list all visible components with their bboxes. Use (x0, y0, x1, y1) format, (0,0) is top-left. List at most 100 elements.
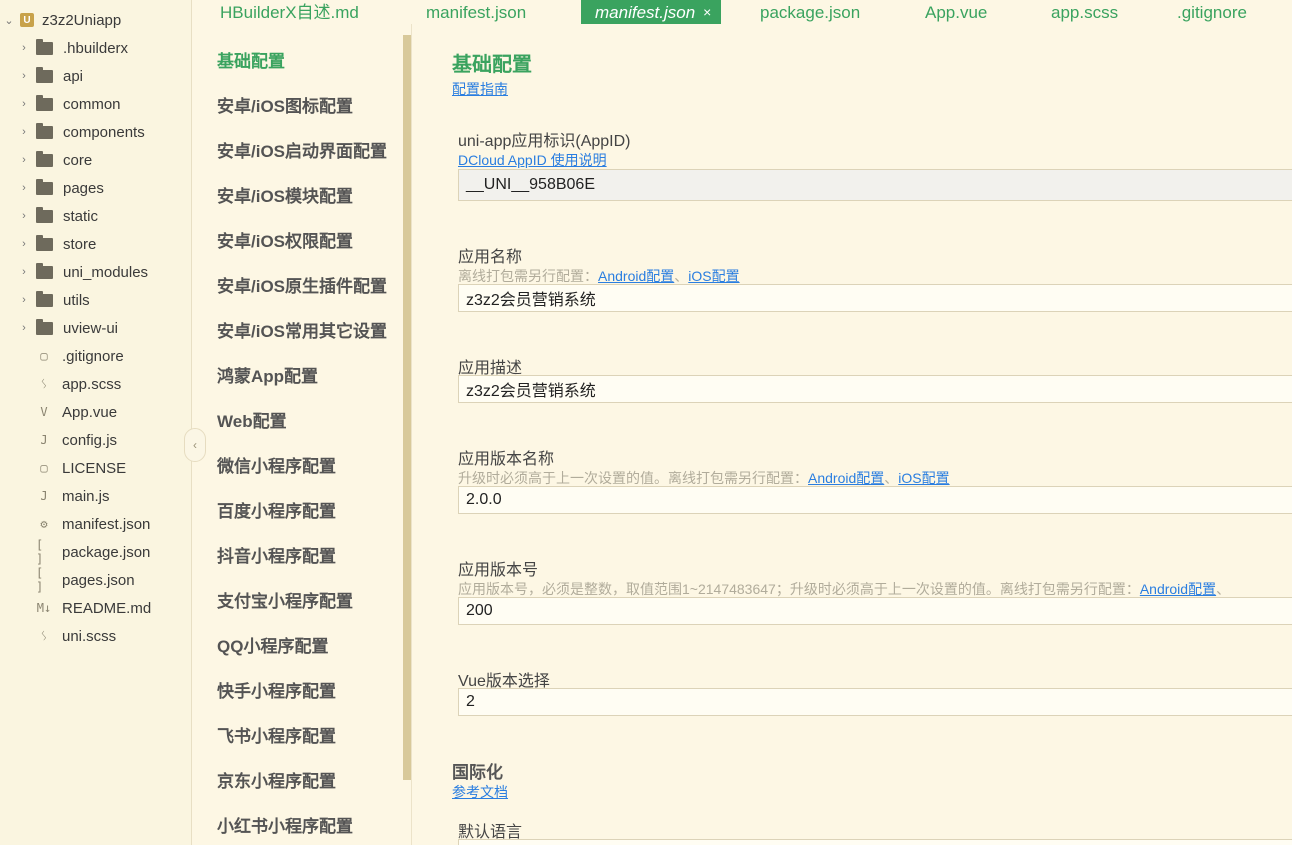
nav-item[interactable]: Web配置 (217, 407, 287, 432)
tree-file[interactable]: Jmain.js (0, 482, 191, 510)
close-icon[interactable]: × (703, 5, 711, 19)
chevron-right-icon[interactable]: › (17, 97, 31, 111)
tree-folder[interactable]: › components (0, 118, 191, 146)
vue-version-select[interactable]: 2 (458, 688, 1292, 716)
tree-folder-label: static (63, 207, 99, 225)
nav-item[interactable]: 安卓/iOS常用其它设置 (217, 317, 387, 342)
nav-item[interactable]: 飞书小程序配置 (217, 722, 336, 747)
chevron-right-icon[interactable]: › (17, 265, 31, 279)
file-icon: ▢ (40, 349, 48, 363)
nav-item[interactable]: 安卓/iOS启动界面配置 (217, 137, 387, 162)
tab-app-vue[interactable]: App.vue (925, 0, 987, 24)
nav-item[interactable]: 京东小程序配置 (217, 767, 336, 792)
tab-gitignore[interactable]: .gitignore (1177, 0, 1247, 24)
chevron-right-icon[interactable]: › (17, 209, 31, 223)
nav-item[interactable]: 小红书小程序配置 (217, 812, 353, 837)
chevron-down-icon[interactable]: ⌄ (2, 13, 16, 27)
nav-item[interactable]: 安卓/iOS权限配置 (217, 227, 353, 252)
tree-folder[interactable]: › utils (0, 286, 191, 314)
chevron-right-icon[interactable]: › (17, 237, 31, 251)
ios-config-link[interactable]: iOS配置 (688, 268, 739, 284)
config-guide-link[interactable]: 配置指南 (452, 79, 508, 99)
tree-file[interactable]: ᛊ uni.scss (0, 622, 191, 650)
chevron-right-icon[interactable]: › (17, 153, 31, 167)
tab-manifest-source[interactable]: manifest.json (426, 0, 526, 24)
chevron-right-icon[interactable]: › (17, 321, 31, 335)
chevron-right-icon[interactable]: › (17, 125, 31, 139)
appid-value: __UNI__958B06E (466, 176, 595, 193)
tree-file[interactable]: M↓ README.md (0, 594, 191, 622)
android-config-link[interactable]: Android配置 (598, 268, 674, 284)
tree-folder[interactable]: › .hbuilderx (0, 34, 191, 62)
folder-icon (36, 38, 53, 55)
android-config-link[interactable]: Android配置 (1140, 581, 1216, 597)
scss-icon: ᛊ (40, 629, 48, 643)
chevron-right-icon[interactable]: › (17, 293, 31, 307)
appid-help-link[interactable]: DCloud AppID 使用说明 (458, 150, 607, 170)
folder-icon (36, 66, 53, 83)
chevron-right-icon[interactable]: › (17, 41, 31, 55)
tree-folder-label: api (63, 67, 84, 85)
tree-folder[interactable]: › store (0, 230, 191, 258)
folder-icon (36, 290, 53, 307)
i18n-doc-link[interactable]: 参考文档 (452, 782, 508, 802)
project-root[interactable]: ⌄ U z3z2Uniapp (0, 6, 191, 34)
tree-folder[interactable]: › uni_modules (0, 258, 191, 286)
tree-folder-label: store (63, 235, 97, 253)
tree-file[interactable]: Jconfig.js (0, 426, 191, 454)
nav-item[interactable]: 安卓/iOS原生插件配置 (217, 272, 387, 297)
tree-folder[interactable]: › common (0, 90, 191, 118)
nav-item[interactable]: 安卓/iOS模块配置 (217, 182, 353, 207)
tree-file[interactable]: [ ] package.json (0, 538, 191, 566)
nav-item[interactable]: QQ小程序配置 (217, 632, 328, 657)
tree-file[interactable]: ▢ LICENSE (0, 454, 191, 482)
tree-file[interactable]: ⚙ manifest.json (0, 510, 191, 538)
nav-scrollbar[interactable] (403, 35, 411, 780)
tree-file-label: main.js (62, 487, 110, 505)
default-lang-select[interactable] (458, 839, 1292, 845)
nav-item[interactable]: 快手小程序配置 (217, 677, 336, 702)
tree-file[interactable]: V App.vue (0, 398, 191, 426)
nav-item[interactable]: 安卓/iOS图标配置 (217, 92, 353, 117)
tab-app-scss[interactable]: app.scss (1051, 0, 1118, 24)
tree-file[interactable]: ᛊ app.scss (0, 370, 191, 398)
ios-config-link[interactable]: iOS配置 (898, 470, 949, 486)
folder-icon (36, 150, 53, 167)
appid-field[interactable]: __UNI__958B06E (458, 169, 1292, 201)
tree-folder[interactable]: › static (0, 202, 191, 230)
tab-hbuilderx-readme[interactable]: HBuilderX自述.md (220, 0, 359, 24)
version-code-input[interactable]: 200 (458, 597, 1292, 625)
sidebar-collapse-handle[interactable]: ‹ (184, 428, 206, 462)
tree-file-label: App.vue (62, 403, 118, 421)
version-name-input[interactable]: 2.0.0 (458, 486, 1292, 514)
chevron-right-icon[interactable]: › (17, 181, 31, 195)
tree-folder[interactable]: › api (0, 62, 191, 90)
version-name-hint: 升级时必须高于上一次设置的值。离线打包需另行配置：Android配置、iOS配置 (458, 468, 950, 488)
tree-folder[interactable]: › uview-ui (0, 314, 191, 342)
nav-item[interactable]: 微信小程序配置 (217, 452, 336, 477)
app-desc-input[interactable]: z3z2会员营销系统 (458, 375, 1292, 403)
tree-file[interactable]: ▢ .gitignore (0, 342, 191, 370)
app-name-value: z3z2会员营销系统 (466, 292, 596, 309)
appid-label: uni-app应用标识(AppID) (458, 133, 631, 150)
nav-item[interactable]: 抖音小程序配置 (217, 542, 336, 567)
folder-icon (36, 122, 53, 139)
tree-file-label: app.scss (62, 375, 122, 393)
tab-label: App.vue (925, 2, 988, 22)
tree-file[interactable]: [ ] pages.json (0, 566, 191, 594)
tab-manifest-visual[interactable]: manifest.json × (581, 0, 722, 24)
nav-item[interactable]: 百度小程序配置 (217, 497, 336, 522)
tree-folder[interactable]: › pages (0, 174, 191, 202)
hint-separator: 、 (884, 470, 899, 486)
tab-package-json[interactable]: package.json (760, 0, 860, 24)
app-name-input[interactable]: z3z2会员营销系统 (458, 284, 1292, 312)
nav-item[interactable]: 支付宝小程序配置 (217, 587, 353, 612)
project-icon: U (20, 13, 34, 27)
android-config-link[interactable]: Android配置 (808, 470, 884, 486)
chevron-right-icon[interactable]: › (17, 69, 31, 83)
nav-item[interactable]: 基础配置 (217, 47, 285, 72)
nav-item[interactable]: 鸿蒙App配置 (217, 362, 318, 387)
tree-folder[interactable]: › core (0, 146, 191, 174)
tree-file-label: pages.json (62, 571, 135, 589)
version-name-label: 应用版本名称 (458, 451, 555, 468)
